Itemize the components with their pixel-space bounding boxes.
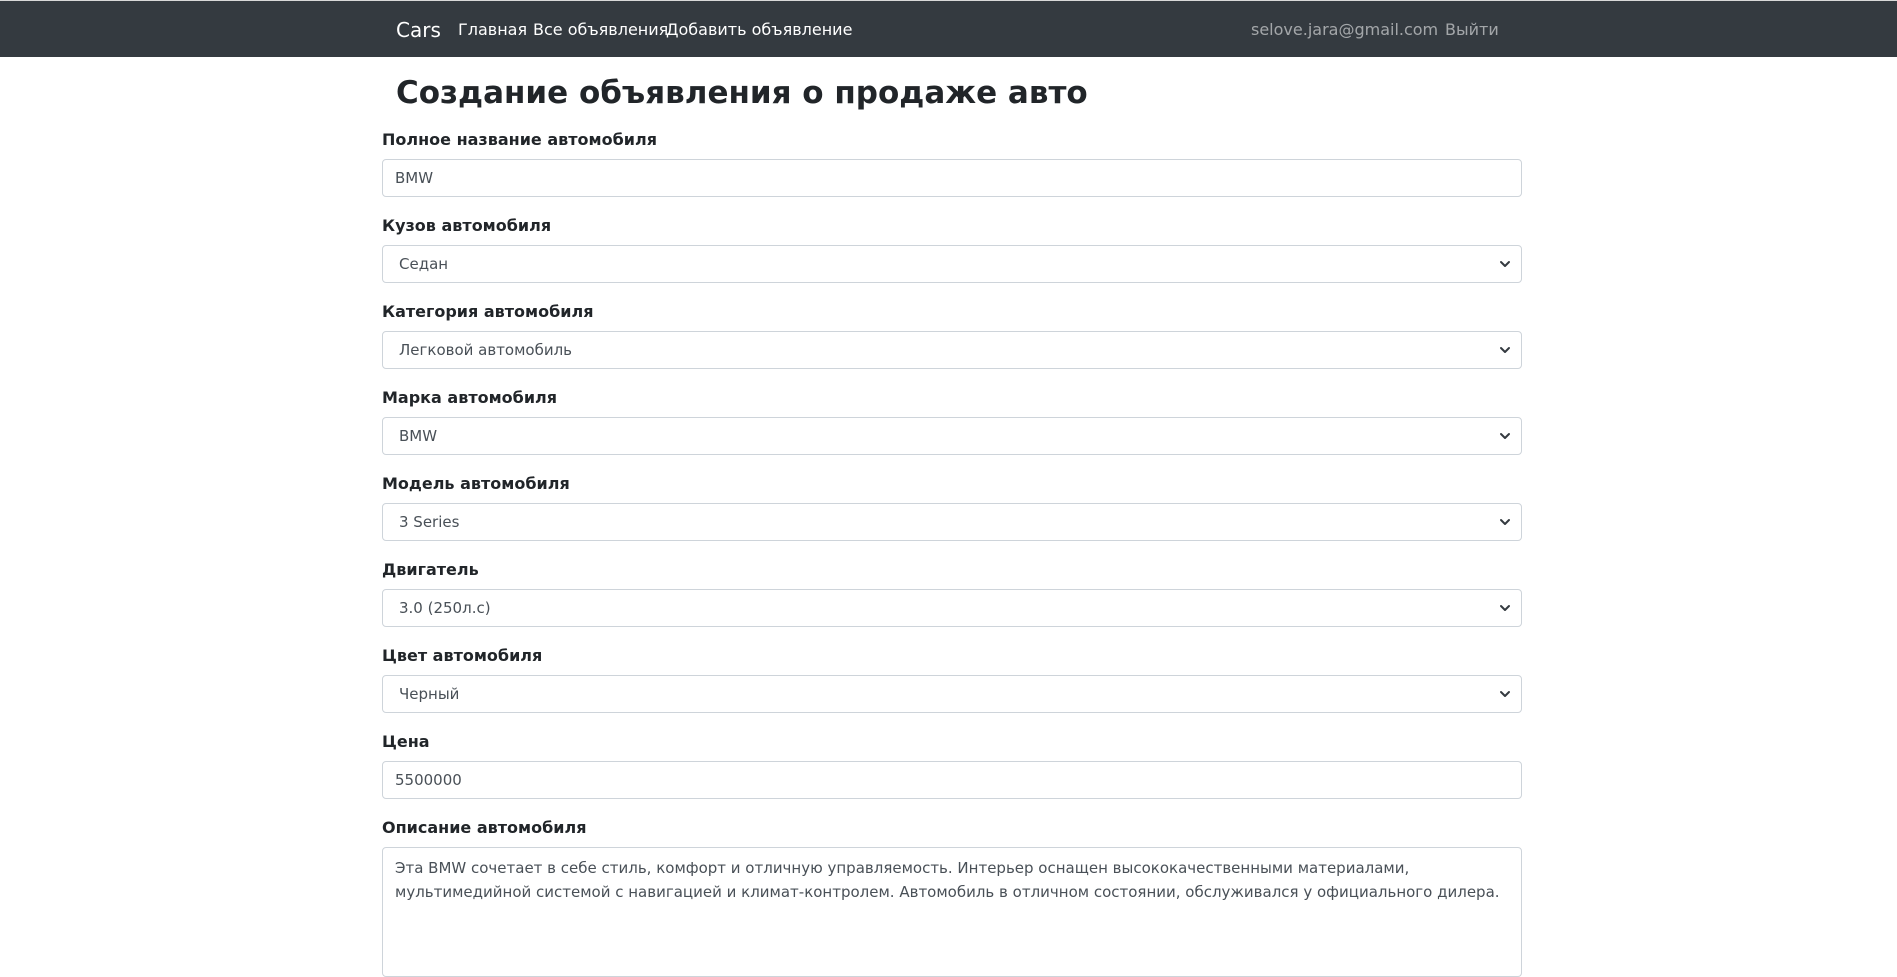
chevron-down-icon <box>1500 605 1510 611</box>
navbar-container: Cars Главная Все объявления Добавить объ… <box>382 1 1522 58</box>
model-select-value: 3 Series <box>399 513 460 531</box>
body-select[interactable]: Седан <box>382 245 1522 283</box>
chevron-down-icon <box>1500 519 1510 525</box>
color-select-value: Черный <box>399 685 460 703</box>
price-input[interactable]: 5500000 <box>382 761 1522 799</box>
description-label: Описание автомобиля <box>382 818 587 837</box>
field-description: Описание автомобиля Эта BMW сочетает в с… <box>382 818 1522 977</box>
field-price: Цена 5500000 <box>382 732 1522 799</box>
nav-link-home[interactable]: Главная <box>458 20 527 40</box>
model-select[interactable]: 3 Series <box>382 503 1522 541</box>
brand-select[interactable]: BMW <box>382 417 1522 455</box>
field-color: Цвет автомобиля Черный <box>382 646 1522 713</box>
user-email: selove.jara@gmail.com <box>1251 20 1439 39</box>
nav-link-all-ads[interactable]: Все объявления <box>533 20 668 40</box>
field-brand: Марка автомобиля BMW <box>382 388 1522 455</box>
brand-select-value: BMW <box>399 427 438 445</box>
category-select[interactable]: Легковой автомобиль <box>382 331 1522 369</box>
top-navbar: Cars Главная Все объявления Добавить объ… <box>0 0 1897 57</box>
field-category: Категория автомобиля Легковой автомобиль <box>382 302 1522 369</box>
full-name-label: Полное название автомобиля <box>382 130 657 149</box>
category-label: Категория автомобиля <box>382 302 594 321</box>
engine-select[interactable]: 3.0 (250л.с) <box>382 589 1522 627</box>
field-body: Кузов автомобиля Седан <box>382 216 1522 283</box>
engine-select-value: 3.0 (250л.с) <box>399 599 491 617</box>
description-textarea[interactable]: Эта BMW сочетает в себе стиль, комфорт и… <box>382 847 1522 977</box>
chevron-down-icon <box>1500 261 1510 267</box>
chevron-down-icon <box>1500 691 1510 697</box>
body-label: Кузов автомобиля <box>382 216 552 235</box>
field-model: Модель автомобиля 3 Series <box>382 474 1522 541</box>
chevron-down-icon <box>1500 347 1510 353</box>
price-label: Цена <box>382 732 430 751</box>
brand-link[interactable]: Cars <box>396 17 441 43</box>
full-name-input[interactable]: BMW <box>382 159 1522 197</box>
page-title: Создание объявления о продаже авто <box>396 75 1088 111</box>
nav-link-add-ad[interactable]: Добавить объявление <box>666 20 852 40</box>
brand-label: Марка автомобиля <box>382 388 558 407</box>
chevron-down-icon <box>1500 433 1510 439</box>
model-label: Модель автомобиля <box>382 474 570 493</box>
category-select-value: Легковой автомобиль <box>399 341 573 359</box>
engine-label: Двигатель <box>382 560 479 579</box>
body-select-value: Седан <box>399 255 449 273</box>
field-full-name: Полное название автомобиля BMW <box>382 130 1522 197</box>
field-engine: Двигатель 3.0 (250л.с) <box>382 560 1522 627</box>
logout-link[interactable]: Выйти <box>1445 20 1499 40</box>
color-label: Цвет автомобиля <box>382 646 543 665</box>
color-select[interactable]: Черный <box>382 675 1522 713</box>
